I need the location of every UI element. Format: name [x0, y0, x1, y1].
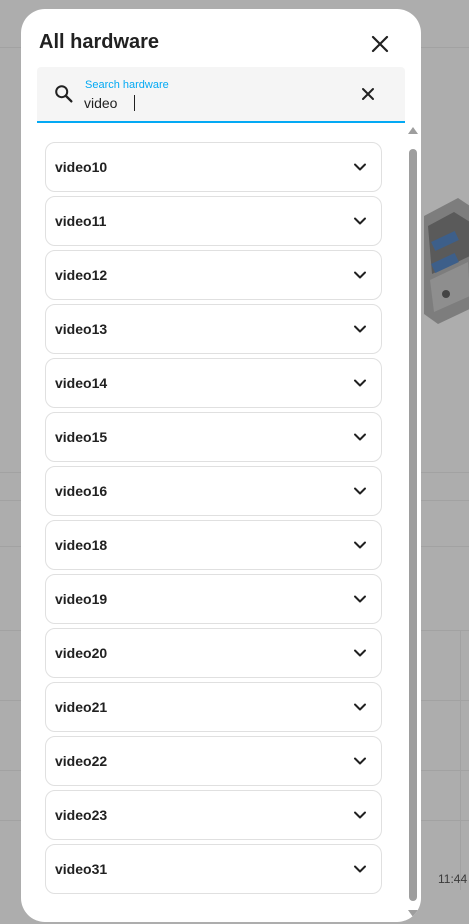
- chevron-down-icon: [354, 217, 366, 225]
- hardware-item-label: video20: [55, 645, 108, 661]
- chevron-down-icon: [354, 271, 366, 279]
- hardware-item-label: video23: [55, 807, 108, 823]
- hardware-item-label: video16: [55, 483, 108, 499]
- bg-time-label: 11:44: [438, 872, 468, 886]
- chevron-down-icon: [354, 325, 366, 333]
- text-caret: [134, 95, 135, 111]
- chevron-down-icon: [354, 379, 366, 387]
- close-button[interactable]: [365, 29, 395, 59]
- hardware-item[interactable]: video23: [45, 790, 382, 840]
- hardware-item[interactable]: video14: [45, 358, 382, 408]
- chevron-down-icon: [354, 433, 366, 441]
- clear-icon: [362, 88, 374, 100]
- hardware-item[interactable]: video12: [45, 250, 382, 300]
- hardware-item-label: video14: [55, 375, 108, 391]
- scroll-down-arrow[interactable]: [408, 910, 418, 917]
- hardware-item[interactable]: video15: [45, 412, 382, 462]
- scroll-up-arrow[interactable]: [408, 127, 418, 134]
- chevron-down-icon: [354, 649, 366, 657]
- hardware-item-label: video19: [55, 591, 108, 607]
- hardware-item[interactable]: video19: [45, 574, 382, 624]
- chevron-down-icon: [354, 811, 366, 819]
- chevron-down-icon: [354, 757, 366, 765]
- hardware-item[interactable]: video16: [45, 466, 382, 516]
- hardware-item[interactable]: video20: [45, 628, 382, 678]
- hardware-item[interactable]: video21: [45, 682, 382, 732]
- clear-search-button[interactable]: [355, 81, 381, 107]
- chevron-down-icon: [354, 541, 366, 549]
- hardware-item[interactable]: video13: [45, 304, 382, 354]
- hardware-item[interactable]: video18: [45, 520, 382, 570]
- hardware-item-label: video15: [55, 429, 108, 445]
- hardware-item-label: video13: [55, 321, 108, 337]
- chevron-down-icon: [354, 865, 366, 873]
- hardware-item[interactable]: video10: [45, 142, 382, 192]
- hardware-item-label: video22: [55, 753, 108, 769]
- hardware-item-label: video12: [55, 267, 108, 283]
- bg-divider: [460, 630, 461, 890]
- magnify-icon: [55, 85, 73, 103]
- chevron-down-icon: [354, 163, 366, 171]
- hardware-item-label: video21: [55, 699, 108, 715]
- chevron-down-icon: [354, 595, 366, 603]
- all-hardware-dialog: All hardware Search hardware video10 vid…: [21, 9, 421, 922]
- hardware-item[interactable]: video31: [45, 844, 382, 894]
- hardware-item[interactable]: video22: [45, 736, 382, 786]
- hardware-image: [424, 198, 469, 324]
- search-input[interactable]: [84, 93, 344, 113]
- hardware-item[interactable]: video11: [45, 196, 382, 246]
- chevron-down-icon: [354, 703, 366, 711]
- hardware-item-label: video10: [55, 159, 108, 175]
- hardware-item-label: video11: [55, 213, 107, 229]
- chevron-down-icon: [354, 487, 366, 495]
- scrollbar-thumb[interactable]: [409, 149, 417, 901]
- hardware-item-label: video31: [55, 861, 108, 877]
- dialog-title: All hardware: [39, 31, 160, 53]
- hardware-list: video10 video11 video12 video13 video14 …: [45, 142, 383, 898]
- hardware-item-label: video18: [55, 537, 108, 553]
- search-field[interactable]: Search hardware: [37, 67, 405, 123]
- search-label: Search hardware: [85, 79, 169, 91]
- close-icon: [371, 35, 389, 53]
